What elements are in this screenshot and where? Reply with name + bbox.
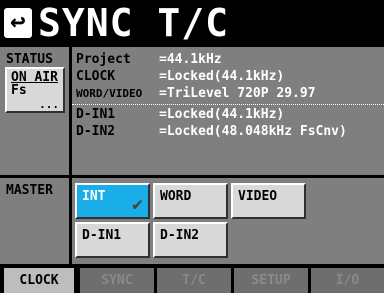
info-value-din2: =Locked(48.048kHz FsCnv)	[159, 124, 347, 139]
master-int-button[interactable]: INT ✔	[75, 183, 150, 219]
tab-io[interactable]: I/O	[311, 268, 384, 293]
section-divider	[0, 175, 384, 178]
info-value-word-video: =TriLevel 720P 29.97	[159, 86, 316, 101]
info-key-project: Project	[76, 52, 131, 67]
info-key-din2: D-IN2	[76, 124, 116, 139]
info-value-project: =44.1kHz	[159, 52, 222, 67]
tab-clock[interactable]: CLOCK	[4, 268, 74, 293]
on-air-fs-button[interactable]: ON AIR Fs ...	[5, 67, 65, 113]
info-value-clock: =Locked(44.1kHz)	[159, 69, 285, 84]
status-divider	[69, 47, 72, 177]
master-din1-label: D-IN1	[82, 228, 122, 243]
tab-sync[interactable]: SYNC	[80, 268, 154, 293]
master-label: MASTER	[6, 183, 53, 198]
master-int-label: INT	[82, 189, 106, 204]
info-value-din1: =Locked(44.1kHz)	[159, 107, 285, 122]
info-divider	[72, 104, 384, 105]
back-arrow-icon[interactable]: ↩	[4, 8, 32, 38]
fs-text: Fs	[11, 83, 27, 98]
tab-tc[interactable]: T/C	[157, 268, 231, 293]
checkmark-icon: ✔	[132, 194, 143, 215]
tab-setup[interactable]: SETUP	[234, 268, 308, 293]
info-key-word-video: WORD/VIDEO	[76, 87, 143, 100]
more-indicator: ...	[39, 98, 59, 111]
master-video-label: VIDEO	[238, 189, 278, 204]
master-din2-label: D-IN2	[160, 228, 200, 243]
master-divider	[69, 175, 72, 266]
info-key-din1: D-IN1	[76, 107, 116, 122]
master-din1-button[interactable]: D-IN1	[75, 222, 150, 258]
master-din2-button[interactable]: D-IN2	[153, 222, 228, 258]
master-video-button[interactable]: VIDEO	[231, 183, 306, 219]
info-key-clock: CLOCK	[76, 69, 116, 84]
master-word-label: WORD	[160, 189, 192, 204]
status-label: STATUS	[6, 52, 53, 67]
page-title: SYNC T/C	[38, 1, 230, 45]
master-word-button[interactable]: WORD	[153, 183, 228, 219]
